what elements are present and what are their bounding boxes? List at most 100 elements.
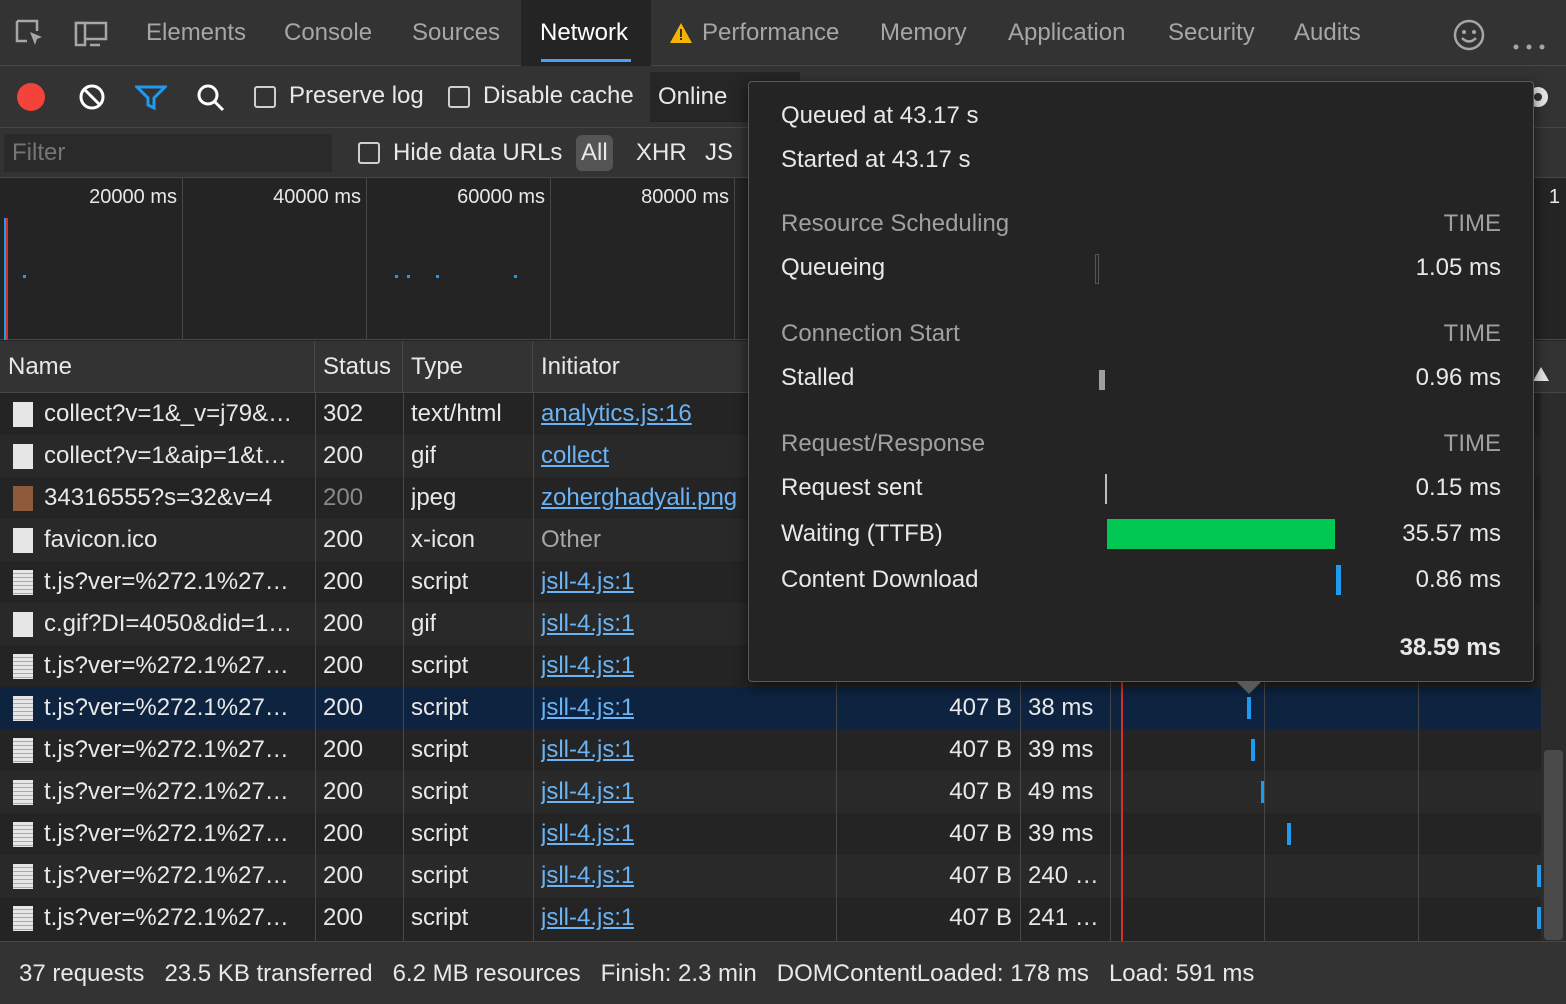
request-initiator[interactable]: jsll-4.js:1 bbox=[541, 855, 634, 897]
devtools-tab-bar: Elements Console Sources Network Perform… bbox=[0, 0, 1566, 66]
column-header-name[interactable]: Name bbox=[0, 341, 315, 393]
request-name: 34316555?s=32&v=4 bbox=[44, 484, 273, 511]
request-status: 200 bbox=[323, 862, 364, 889]
request-initiator[interactable]: zoherghadyali.png bbox=[541, 477, 737, 519]
time-column-header: TIME bbox=[1443, 320, 1501, 347]
request-name: t.js?ver=%272.1%27… bbox=[44, 862, 289, 889]
total-time: 38.59 ms bbox=[1399, 634, 1501, 661]
content-download-value: 0.86 ms bbox=[1415, 566, 1501, 593]
request-status: 200 bbox=[323, 484, 364, 511]
tab-memory[interactable]: Memory bbox=[880, 0, 967, 66]
filter-input[interactable] bbox=[4, 134, 332, 172]
image-thumbnail-icon bbox=[13, 486, 33, 511]
request-initiator[interactable]: jsll-4.js:1 bbox=[541, 897, 634, 939]
script-file-icon bbox=[13, 738, 33, 763]
record-icon[interactable] bbox=[17, 83, 45, 111]
stalled-label: Stalled bbox=[781, 364, 855, 391]
document-file-icon bbox=[13, 612, 33, 637]
request-name: t.js?ver=%272.1%27… bbox=[44, 820, 289, 847]
network-summary-bar: 37 requests 23.5 KB transferred 6.2 MB r… bbox=[0, 941, 1566, 1004]
feedback-smiley-icon[interactable] bbox=[1452, 18, 1486, 59]
table-row[interactable]: t.js?ver=%272.1%27… 200 script jsll-4.js:1 4… bbox=[0, 687, 1541, 729]
table-row[interactable]: t.js?ver=%272.1%27… 200 script jsll-4.js:1 4… bbox=[0, 729, 1541, 771]
type-filter-all[interactable]: All bbox=[576, 135, 613, 171]
script-file-icon bbox=[13, 570, 33, 595]
overview-request-dot bbox=[436, 275, 439, 278]
request-type: script bbox=[411, 820, 469, 847]
tab-security[interactable]: Security bbox=[1168, 0, 1255, 66]
inspect-element-icon[interactable] bbox=[14, 18, 48, 57]
request-type: script bbox=[411, 904, 469, 931]
tab-network[interactable]: Network bbox=[521, 0, 651, 66]
hide-data-urls-checkbox[interactable] bbox=[358, 142, 380, 164]
table-row[interactable]: t.js?ver=%272.1%27… 200 script jsll-4.js:1 4… bbox=[0, 771, 1541, 813]
transferred-size: 23.5 KB transferred bbox=[164, 960, 373, 987]
request-name: t.js?ver=%272.1%27… bbox=[44, 778, 289, 805]
section-request-response: Request/Response bbox=[781, 430, 986, 457]
domcontentloaded-time: DOMContentLoaded: 178 ms bbox=[776, 960, 1089, 987]
table-row[interactable]: t.js?ver=%272.1%27… 200 script jsll-4.js:1 4… bbox=[0, 813, 1541, 855]
waterfall-load-marker bbox=[1121, 682, 1123, 941]
section-connection-start: Connection Start bbox=[781, 320, 960, 347]
request-initiator[interactable]: collect bbox=[541, 435, 609, 477]
script-file-icon bbox=[13, 822, 33, 847]
request-type: gif bbox=[411, 442, 437, 469]
waiting-ttfb-label: Waiting (TTFB) bbox=[781, 520, 943, 547]
request-initiator[interactable]: analytics.js:16 bbox=[541, 393, 692, 435]
column-divider bbox=[315, 393, 316, 941]
request-type: text/html bbox=[411, 400, 502, 427]
queued-at-text: Queued at 43.17 s bbox=[781, 102, 979, 129]
tab-sources[interactable]: Sources bbox=[412, 0, 500, 66]
document-file-icon bbox=[13, 402, 33, 427]
preserve-log-label: Preserve log bbox=[289, 82, 424, 109]
request-initiator[interactable]: jsll-4.js:1 bbox=[541, 771, 634, 813]
request-status: 200 bbox=[323, 736, 364, 763]
overview-load-marker bbox=[6, 218, 8, 340]
content-download-label: Content Download bbox=[781, 566, 979, 593]
request-initiator[interactable]: jsll-4.js:1 bbox=[541, 687, 634, 729]
overview-tick-label: 20000 ms bbox=[89, 186, 177, 208]
request-initiator[interactable]: jsll-4.js:1 bbox=[541, 603, 634, 645]
column-header-type[interactable]: Type bbox=[403, 341, 533, 393]
request-initiator[interactable]: jsll-4.js:1 bbox=[541, 645, 634, 687]
table-row[interactable]: t.js?ver=%272.1%27… 200 script jsll-4.js:1 4… bbox=[0, 855, 1541, 897]
request-sent-label: Request sent bbox=[781, 474, 923, 501]
queueing-value: 1.05 ms bbox=[1415, 254, 1501, 281]
script-file-icon bbox=[13, 780, 33, 805]
finish-time: Finish: 2.3 min bbox=[600, 960, 757, 987]
column-header-status[interactable]: Status bbox=[315, 341, 403, 393]
clear-icon[interactable] bbox=[78, 83, 106, 118]
type-filter-js[interactable]: JS bbox=[705, 139, 733, 167]
table-row[interactable]: t.js?ver=%272.1%27… 200 script jsll-4.js:1 4… bbox=[0, 897, 1541, 939]
overview-request-dot bbox=[23, 275, 26, 278]
type-filter-xhr[interactable]: XHR bbox=[636, 139, 687, 167]
tab-audits[interactable]: Audits bbox=[1294, 0, 1361, 66]
stalled-bar bbox=[1099, 370, 1105, 390]
filter-icon[interactable] bbox=[133, 85, 169, 118]
request-initiator[interactable]: jsll-4.js:1 bbox=[541, 813, 634, 855]
request-size: 407 B bbox=[949, 736, 1012, 763]
preserve-log-checkbox[interactable] bbox=[254, 86, 276, 108]
request-initiator[interactable]: jsll-4.js:1 bbox=[541, 561, 634, 603]
request-name: t.js?ver=%272.1%27… bbox=[44, 904, 289, 931]
request-size: 407 B bbox=[949, 694, 1012, 721]
tab-elements[interactable]: Elements bbox=[146, 0, 246, 66]
more-options-icon[interactable] bbox=[1512, 30, 1546, 58]
request-type: gif bbox=[411, 610, 437, 637]
sort-ascending-icon[interactable] bbox=[1533, 360, 1549, 388]
request-status: 200 bbox=[323, 610, 364, 637]
search-icon[interactable] bbox=[196, 83, 226, 120]
overview-request-dot bbox=[407, 275, 410, 278]
device-toolbar-icon[interactable] bbox=[74, 20, 110, 55]
scrollbar-thumb[interactable] bbox=[1544, 750, 1563, 940]
disable-cache-checkbox[interactable] bbox=[448, 86, 470, 108]
tab-performance[interactable]: Performance bbox=[702, 0, 839, 66]
request-initiator[interactable]: jsll-4.js:1 bbox=[541, 729, 634, 771]
tab-application[interactable]: Application bbox=[1008, 0, 1125, 66]
resources-size: 6.2 MB resources bbox=[392, 960, 581, 987]
queueing-label: Queueing bbox=[781, 254, 886, 281]
tab-console[interactable]: Console bbox=[284, 0, 372, 66]
request-status: 200 bbox=[323, 568, 364, 595]
hide-data-urls-label: Hide data URLs bbox=[393, 139, 563, 166]
request-size: 407 B bbox=[949, 778, 1012, 805]
